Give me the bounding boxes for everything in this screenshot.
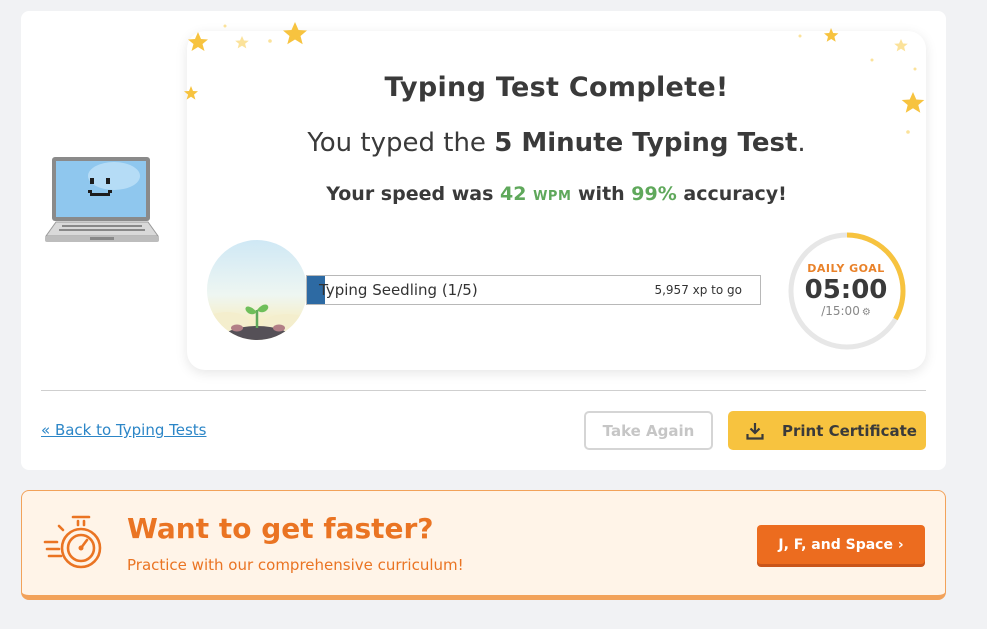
start-lesson-label: J, F, and Space › [778, 536, 904, 553]
wpm-unit: WPM [533, 189, 572, 204]
gear-icon[interactable]: ⚙ [862, 307, 871, 318]
promo-title: Want to get faster? [127, 512, 434, 545]
speed-prefix: Your speed was [326, 183, 500, 205]
rank-progress-bar: Typing Seedling (1/5) 5,957 xp to go [306, 275, 761, 305]
result-subtitle: You typed the 5 Minute Typing Test. [187, 128, 926, 158]
speed-suffix: accuracy! [676, 183, 787, 205]
subtitle-prefix: You typed the [307, 128, 495, 158]
daily-goal-target-value: /15:00 [821, 304, 860, 318]
take-again-label: Take Again [602, 421, 695, 440]
download-icon [746, 422, 764, 440]
laptop-mascot-icon [45, 157, 159, 242]
back-to-typing-tests-link[interactable]: « Back to Typing Tests [41, 421, 207, 439]
seedling-rank-icon [207, 240, 307, 340]
xp-to-go: 5,957 xp to go [654, 283, 742, 297]
divider [41, 390, 926, 391]
result-title: Typing Test Complete! [384, 72, 729, 103]
wpm-value: 42 [500, 183, 527, 205]
daily-goal-target: /15:00 ⚙ [786, 304, 906, 318]
daily-goal-time: 05:00 [804, 275, 888, 305]
rank-label: Typing Seedling (1/5) [319, 281, 478, 299]
print-certificate-button[interactable]: Print Certificate [728, 411, 926, 450]
print-certificate-label: Print Certificate [782, 421, 917, 440]
stopwatch-icon [43, 515, 102, 569]
test-name: 5 Minute Typing Test [494, 128, 798, 158]
speed-mid: with [571, 183, 632, 205]
take-again-button[interactable]: Take Again [584, 411, 713, 450]
subtitle-suffix: . [797, 128, 806, 158]
accuracy-value: 99% [631, 183, 677, 205]
speed-summary: Your speed was 42 WPM with 99% accuracy! [187, 183, 926, 205]
start-lesson-button[interactable]: J, F, and Space › [757, 525, 925, 564]
daily-goal-title: DAILY GOAL [807, 262, 885, 275]
promo-subtitle: Practice with our comprehensive curricul… [127, 556, 464, 574]
